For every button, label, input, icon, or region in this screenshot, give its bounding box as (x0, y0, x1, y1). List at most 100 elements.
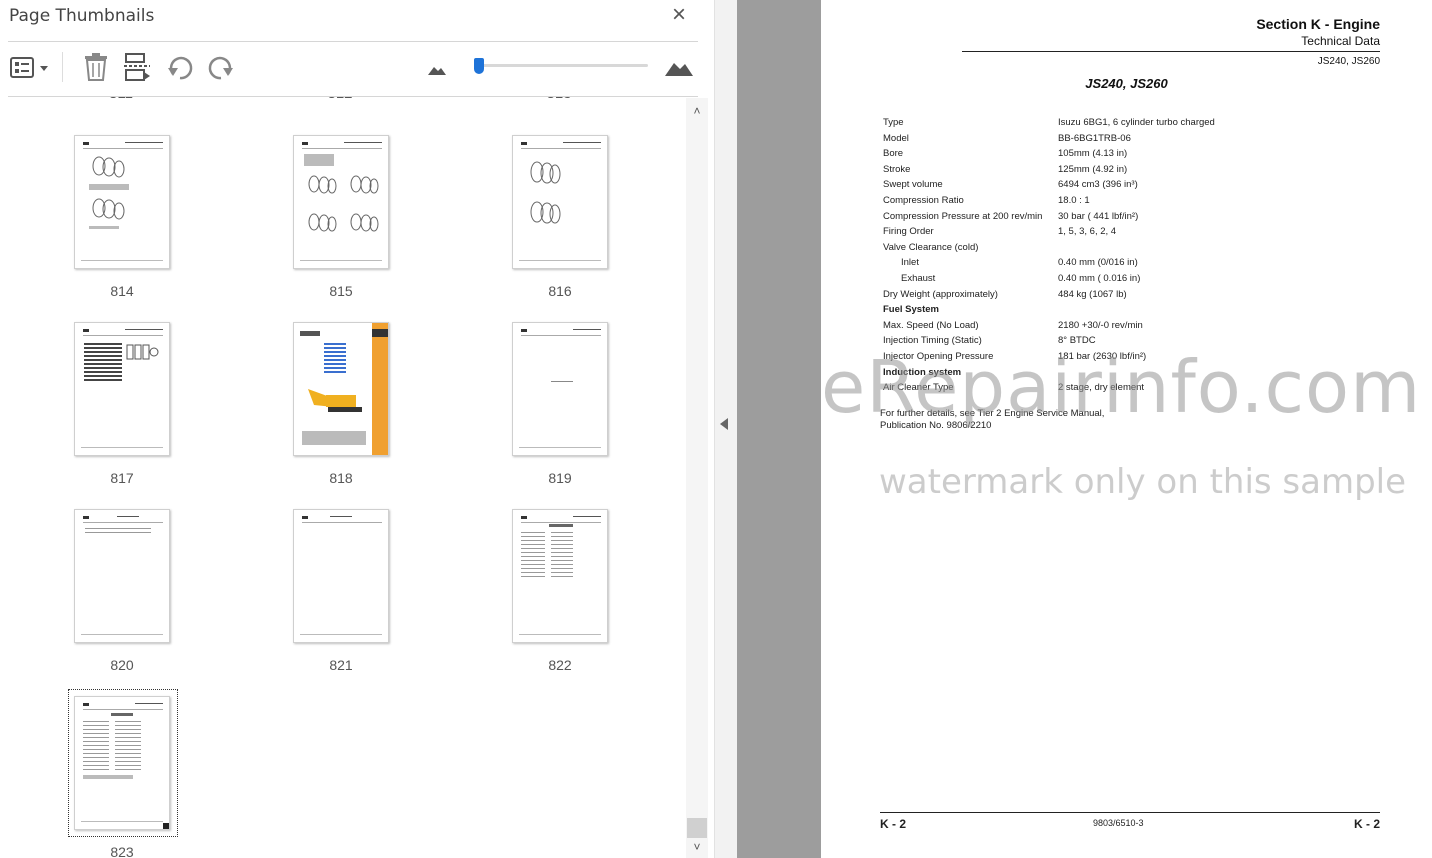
spec-value: Isuzu 6BG1, 6 cylinder turbo charged (1058, 117, 1215, 128)
thumbnail-grid: 811 812 813 814 (0, 97, 684, 858)
page-number-label: 816 (548, 283, 572, 299)
thumbnail-page (512, 322, 608, 456)
page-thumbnail[interactable]: 822 (512, 509, 608, 673)
models-title: JS240, JS260 (1085, 76, 1168, 91)
thumbnail-page (293, 509, 389, 643)
thumbnail-scrollbar[interactable]: ˄ ˅ (686, 98, 708, 858)
page-thumbnail-selected[interactable]: 823 (74, 696, 170, 858)
document-page: Section K - Engine Technical Data JS240,… (821, 0, 1432, 858)
page-thumbnail[interactable]: 821 (293, 509, 389, 673)
zoom-out-button[interactable] (427, 62, 447, 76)
spec-value: 18.0 : 1 (1058, 195, 1090, 206)
zoom-in-button[interactable] (664, 57, 694, 77)
footer-rule (880, 812, 1380, 813)
spec-label: Bore (883, 148, 904, 159)
thumbnail-page (74, 509, 170, 643)
section-heading: Section K - Engine (1256, 16, 1380, 32)
page-number-label: 814 (110, 283, 134, 299)
spec-label: Exhaust (901, 273, 936, 284)
spec-label: Model (883, 133, 909, 144)
panel-splitter[interactable] (714, 0, 737, 858)
spec-value: 125mm (4.92 in) (1058, 164, 1128, 175)
header-divider (8, 41, 698, 42)
spec-label: Compression Ratio (883, 195, 964, 206)
partial-page-label: 812 (310, 97, 370, 102)
delete-icon (85, 53, 107, 81)
thumbnail-page (74, 696, 170, 830)
rotate-counterclockwise-button[interactable] (166, 54, 194, 82)
spec-value: 0.40 mm ( 0.016 in) (1058, 273, 1141, 284)
spec-value: 2180 +30/-0 rev/min (1058, 320, 1143, 331)
models-small-label: JS240, JS260 (1317, 56, 1380, 67)
zoom-slider-track[interactable] (478, 64, 648, 67)
header-rule (962, 51, 1380, 52)
page-number-label: 815 (329, 283, 353, 299)
scroll-up-arrow-icon[interactable]: ˄ (686, 104, 708, 118)
spec-value: 30 bar ( 441 lbf/in²) (1058, 211, 1139, 222)
thumbnail-page (512, 509, 608, 643)
page-number-label: 817 (110, 470, 134, 486)
toolbar-separator (62, 52, 63, 82)
spec-value: BB-6BG1TRB-06 (1058, 133, 1131, 144)
spec-label: Type (883, 117, 904, 128)
thumbnail-page (74, 135, 170, 269)
thumbnail-page (512, 135, 608, 269)
spec-label: Swept volume (883, 179, 943, 190)
footer-center: 9803/6510-3 (1093, 818, 1144, 828)
rotate-counterclockwise-icon (168, 56, 193, 80)
document-background (737, 0, 821, 858)
footer-right: K - 2 (1353, 817, 1380, 831)
page-thumbnail[interactable]: 816 (512, 135, 608, 299)
close-panel-button[interactable]: × (668, 3, 690, 27)
zoom-in-icon (665, 63, 693, 76)
page-thumbnail[interactable]: 815 (293, 135, 389, 299)
scrollbar-thumb[interactable] (687, 818, 707, 838)
page-number-label: 823 (110, 844, 134, 858)
spec-label: Inlet (901, 257, 919, 268)
thumbnail-page (293, 322, 389, 456)
spec-label: Compression Pressure at 200 rev/min (883, 211, 1043, 222)
page-thumbnail[interactable]: 820 (74, 509, 170, 673)
spec-label: Dry Weight (approximately) (883, 289, 998, 300)
page-thumbnail[interactable]: 817 (74, 322, 170, 486)
options-menu-button[interactable] (9, 56, 53, 80)
partial-page-label: 811 (91, 97, 151, 102)
thumbnail-page (293, 135, 389, 269)
spec-value: 105mm (4.13 in) (1058, 148, 1128, 159)
extract-pages-button[interactable] (122, 52, 152, 82)
scroll-down-arrow-icon[interactable]: ˅ (686, 840, 708, 854)
page-thumbnails-panel: Page Thumbnails × 814 815 816 817 818 81… (0, 0, 714, 858)
page-number-label: 821 (329, 657, 353, 673)
collapse-panel-icon[interactable] (720, 418, 728, 430)
watermark-text: eRepairinfo.com (821, 345, 1422, 429)
page-number-label: 820 (110, 657, 134, 673)
spec-value: 0.40 mm (0/016 in) (1058, 257, 1138, 268)
rotate-clockwise-button[interactable] (207, 54, 235, 82)
delete-pages-button[interactable] (82, 52, 110, 82)
page-thumbnail[interactable]: 818 (293, 322, 389, 486)
spec-label: Firing Order (883, 226, 934, 237)
spec-value: 6494 cm3 (396 in³) (1058, 179, 1138, 190)
page-number-label: 822 (548, 657, 572, 673)
page-number-label: 819 (548, 470, 572, 486)
footer-left: K - 2 (880, 817, 907, 831)
spec-value: 484 kg (1067 lb) (1058, 289, 1127, 300)
zoom-slider-handle[interactable] (474, 58, 484, 74)
spec-label: Stroke (883, 164, 911, 175)
page-thumbnail[interactable]: 819 (512, 322, 608, 486)
spec-label: Valve Clearance (cold) (883, 242, 979, 253)
thumbnail-page (74, 322, 170, 456)
section-subtitle: Technical Data (1301, 34, 1380, 48)
page-thumbnail[interactable]: 814 (74, 135, 170, 299)
options-icon (10, 57, 48, 78)
panel-title: Page Thumbnails (9, 6, 155, 26)
spec-value: 1, 5, 3, 6, 2, 4 (1058, 226, 1117, 237)
zoom-out-icon (428, 67, 446, 75)
rotate-clockwise-icon (208, 56, 233, 80)
watermark-note: watermark only on this sample (879, 462, 1407, 502)
page-number-label: 818 (329, 470, 353, 486)
spec-label: Max. Speed (No Load) (883, 320, 979, 331)
spec-label: Fuel System (883, 304, 939, 315)
partial-page-label: 813 (529, 97, 589, 102)
extract-icon (124, 53, 150, 81)
